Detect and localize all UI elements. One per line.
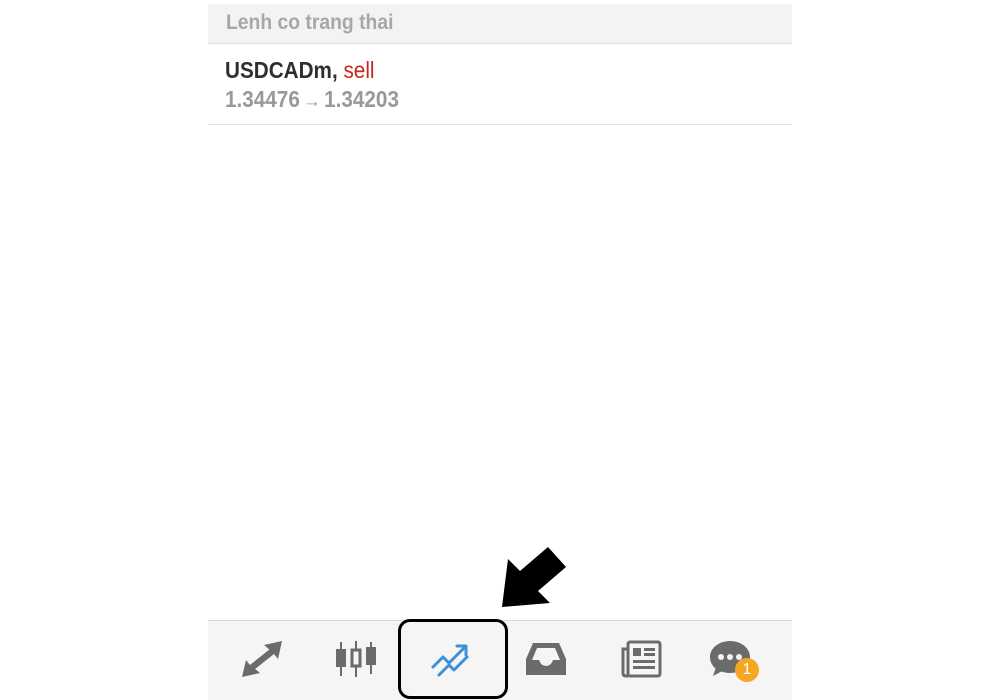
trade-arrows-icon: [242, 641, 282, 677]
news-icon: [621, 640, 662, 678]
trend-chart-icon: [431, 644, 469, 677]
order-current-price: 1.34203: [324, 86, 399, 112]
order-prices: 1.34476 → 1.34203: [225, 86, 399, 113]
price-arrow-icon: →: [303, 91, 321, 112]
candlestick-chart-icon: [336, 641, 376, 677]
pointer-arrow-icon: [502, 547, 566, 607]
inbox-icon: [526, 643, 566, 675]
chat-unread-badge: 1: [735, 658, 759, 682]
tab-chat[interactable]: 1: [682, 621, 778, 700]
order-title: USDCADm, sell: [225, 57, 375, 84]
bottom-tab-bar: 1: [208, 619, 792, 700]
order-open-price: 1.34476: [225, 86, 300, 112]
tab-news[interactable]: [593, 621, 689, 700]
order-side: sell: [343, 57, 375, 83]
tab-inbox[interactable]: [498, 621, 594, 700]
section-header: Lenh co trang thai: [208, 4, 792, 44]
tab-trade-chart[interactable]: [404, 621, 500, 700]
screen: Lenh co trang thai USDCADm, sell 1.34476…: [0, 0, 1000, 700]
order-list-item[interactable]: USDCADm, sell 1.34476 → 1.34203: [208, 45, 792, 125]
order-symbol: USDCADm,: [225, 57, 338, 83]
section-title: Lenh co trang thai: [226, 11, 394, 34]
tab-trade[interactable]: [214, 621, 310, 700]
tab-quotes-chart[interactable]: [308, 621, 404, 700]
